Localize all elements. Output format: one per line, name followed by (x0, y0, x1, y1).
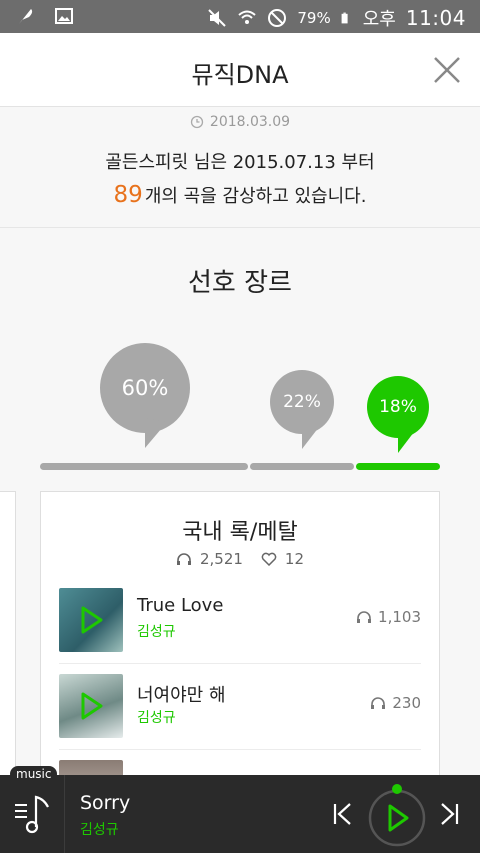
summary-date: 2018.03.09 (209, 114, 291, 130)
ampm-label: 오후 (362, 9, 396, 30)
previous-genre-card[interactable] (0, 491, 16, 791)
ratio-segment-1 (40, 463, 248, 470)
like-count: 12 (284, 550, 305, 568)
genre-bubble-2[interactable]: 22% (269, 369, 335, 449)
wifi-icon (238, 10, 257, 24)
listen-count: 2,521 (199, 550, 243, 568)
mini-player[interactable]: music Sorry 김성규 (0, 766, 480, 853)
previous-icon[interactable] (330, 801, 356, 827)
genre-stats: 2,521 12 (41, 550, 439, 568)
album-thumbnail[interactable] (59, 674, 123, 738)
do-not-disturb-icon (268, 9, 287, 27)
status-bar: 79% 오후 11:04 (0, 0, 480, 33)
ratio-segment-2 (250, 463, 354, 470)
battery-icon (341, 12, 348, 24)
play-pause-button[interactable] (366, 781, 428, 847)
play-icon[interactable] (59, 674, 123, 738)
image-icon (55, 8, 73, 24)
feather-icon (19, 9, 33, 24)
album-thumbnail[interactable] (59, 588, 123, 652)
bubble-label: 60% (121, 376, 169, 400)
bubble-label: 18% (379, 397, 417, 417)
genre-bubble-3[interactable]: 18% (366, 375, 430, 453)
song-title: 너여야만 해 (137, 685, 226, 706)
play-icon[interactable] (59, 588, 123, 652)
music-tag: music (10, 766, 58, 782)
bubble-label: 22% (283, 392, 321, 412)
song-row[interactable]: True Love 김성규 1,103 (59, 578, 421, 664)
summary-line-1: 골든스피릿 님은 2015.07.13 부터 (105, 152, 375, 173)
battery-percent: 79% (297, 9, 331, 27)
summary-section: 2018.03.09 골든스피릿 님은 2015.07.13 부터 89 개의 곡… (0, 107, 480, 228)
summary-line-2: 89 개의 곡을 감상하고 있습니다. (0, 182, 480, 208)
summary-date-row: 2018.03.09 (0, 114, 480, 130)
song-artist[interactable]: 김성규 (137, 621, 176, 641)
song-title: True Love (137, 595, 224, 616)
close-icon[interactable] (432, 55, 462, 85)
page-title: 뮤직DNA (191, 61, 289, 89)
clock: 11:04 (405, 6, 466, 30)
now-playing-artist: 김성규 (80, 822, 119, 838)
genre-title: 선호 장르 (188, 268, 292, 298)
play-count: 1,103 (378, 608, 421, 626)
play-count: 230 (392, 694, 421, 712)
mute-icon (208, 9, 227, 27)
heart-icon (261, 552, 277, 566)
song-artist[interactable]: 김성규 (137, 707, 176, 727)
header: 뮤직DNA (0, 33, 480, 107)
genre-ratio-bar (40, 463, 440, 470)
playlist-icon[interactable] (14, 793, 54, 835)
genre-card[interactable]: 국내 록/메탈 2,521 12 True Love 김성규 1,103 너여야… (40, 491, 440, 824)
summary-line-2-text: 개의 곡을 감상하고 있습니다. (144, 186, 367, 207)
song-plays: 1,103 (356, 608, 421, 626)
ratio-segment-3 (356, 463, 440, 470)
genre-bubble-1[interactable]: 60% (99, 342, 191, 448)
now-playing-title: Sorry (80, 792, 131, 814)
player-divider (64, 775, 65, 853)
genre-name: 국내 록/메탈 (182, 520, 298, 545)
clock-icon (190, 115, 204, 129)
song-plays: 230 (370, 694, 421, 712)
headphones-icon (176, 553, 191, 565)
next-icon[interactable] (436, 801, 462, 827)
headphones-icon (371, 697, 386, 709)
song-count: 89 (113, 182, 143, 208)
song-row[interactable]: 너여야만 해 김성규 230 (59, 664, 421, 750)
headphones-icon (357, 611, 372, 623)
